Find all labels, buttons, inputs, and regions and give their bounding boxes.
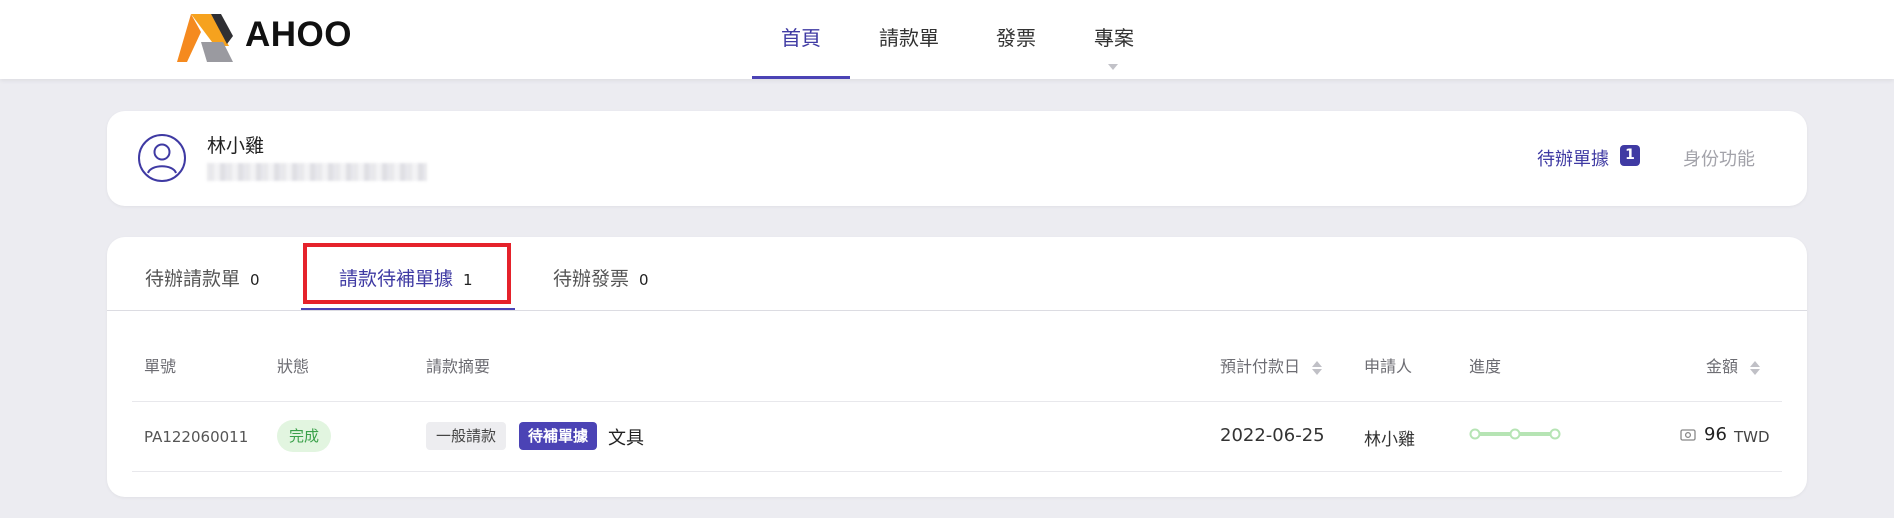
tab-pending-requests[interactable]: 待辦請款單 0 <box>145 264 260 291</box>
nav-payment-requests[interactable]: 請款單 <box>860 22 958 79</box>
nav-home[interactable]: 首頁 <box>752 22 850 79</box>
row-pay-date: 2022-06-25 <box>1220 425 1325 446</box>
header-amount-label: 金額 <box>1706 357 1739 376</box>
header-pay-date-label: 預計付款日 <box>1220 357 1301 376</box>
nav-invoices[interactable]: 發票 <box>967 22 1065 79</box>
pending-docs-count-badge: 1 <box>1620 145 1640 166</box>
user-email-redacted <box>207 163 427 181</box>
progress-step <box>1549 428 1561 440</box>
row-currency: TWD <box>1734 428 1770 446</box>
progress-step <box>1509 428 1521 440</box>
row-amount: 96 <box>1704 424 1727 445</box>
pending-docs-tag: 待補單據 <box>519 422 598 450</box>
annotation-highlight-box <box>303 243 511 304</box>
caret-down-icon[interactable] <box>1108 64 1118 70</box>
status-badge: 完成 <box>277 420 332 452</box>
main-nav: 首頁 請款單 發票 專案 <box>0 0 1894 79</box>
header-progress: 進度 <box>1469 357 1502 376</box>
progress-steps <box>1469 428 1561 440</box>
header-doc-no: 單號 <box>144 357 177 376</box>
tab-count: 0 <box>639 271 649 289</box>
header-status: 狀態 <box>277 357 310 376</box>
row-summary: 文具 <box>608 428 644 449</box>
table-row-divider <box>132 471 1782 472</box>
header-summary: 請款摘要 <box>426 357 491 376</box>
row-doc-no[interactable]: PA122060011 <box>144 428 248 446</box>
sort-arrows-icon[interactable] <box>1311 360 1323 376</box>
profile-card: 林小雞 待辦單據 1 身份功能 <box>107 111 1807 206</box>
user-avatar-icon <box>138 134 186 182</box>
nav-projects[interactable]: 專案 <box>1065 22 1163 79</box>
pending-docs-link[interactable]: 待辦單據 <box>1537 145 1609 171</box>
user-name: 林小雞 <box>207 135 265 157</box>
header-amount[interactable]: 金額 <box>1706 353 1761 377</box>
tab-pending-invoices[interactable]: 待辦發票 0 <box>553 264 649 291</box>
top-navigation-bar: AHOO 首頁 請款單 發票 專案 <box>0 0 1894 79</box>
active-nav-indicator <box>752 76 850 79</box>
active-tab-indicator <box>301 308 515 310</box>
header-applicant: 申請人 <box>1364 357 1413 376</box>
category-tag: 一般請款 <box>426 422 507 450</box>
tab-label: 待辦請款單 <box>145 268 241 290</box>
tabs-divider <box>107 310 1807 311</box>
progress-step <box>1469 428 1481 440</box>
tab-label: 待辦發票 <box>553 268 630 290</box>
tab-count: 0 <box>250 271 260 289</box>
header-pay-date[interactable]: 預計付款日 <box>1220 353 1323 377</box>
identity-functions-link[interactable]: 身份功能 <box>1683 145 1755 171</box>
table-row-divider <box>132 401 1782 402</box>
sort-arrows-icon[interactable] <box>1749 360 1761 376</box>
cash-icon <box>1680 429 1696 441</box>
task-list-card: 待辦請款單 0 請款待補單據 1 待辦發票 0 單號 狀態 請款摘要 預計付款日 申請… <box>107 237 1807 497</box>
row-applicant: 林小雞 <box>1364 430 1415 450</box>
